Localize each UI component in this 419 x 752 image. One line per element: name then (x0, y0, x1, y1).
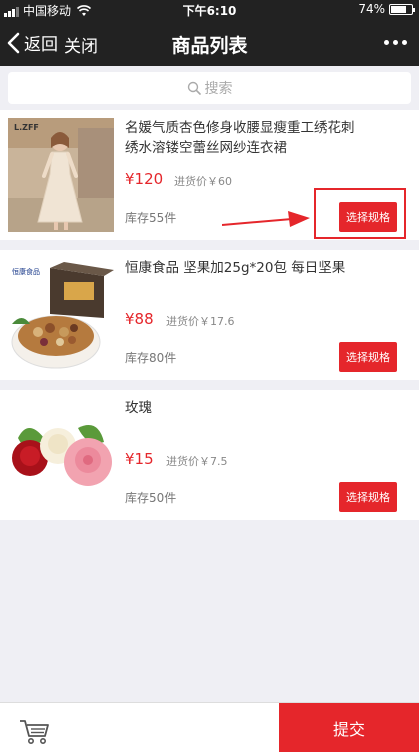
search-bar: 搜索 (0, 66, 419, 110)
product-stock: 库存80件 (125, 351, 177, 365)
search-icon (187, 81, 201, 95)
product-cost: 进货价￥17.6 (166, 315, 235, 328)
product-name: 恒康食品 坚果加25g*20包 每日坚果 (125, 260, 346, 276)
product-stock: 库存50件 (125, 491, 177, 505)
battery-icon (389, 3, 415, 15)
product-price: ¥120 (125, 170, 164, 188)
search-placeholder: 搜索 (204, 81, 233, 97)
product-name: 名媛气质杏色修身收腰显瘦重工绣花刺绣水溶镂空蕾丝网纱连衣裙 (125, 120, 355, 156)
product-price: ¥88 (125, 310, 154, 328)
more-icon[interactable] (384, 32, 407, 52)
bottom-bar: 提交 (0, 702, 419, 752)
status-right: 74% (358, 2, 415, 16)
battery-percent: 74% (358, 2, 385, 16)
select-spec-button[interactable]: 选择规格 (339, 482, 397, 512)
product-stock: 库存55件 (125, 211, 177, 225)
arrow-icon (222, 211, 310, 227)
submit-button[interactable]: 提交 (279, 703, 419, 752)
product-image-roses (8, 398, 114, 512)
select-spec-button[interactable]: 选择规格 (339, 342, 397, 372)
clock: 下午6:10 (182, 4, 237, 18)
page-title: 商品列表 (171, 35, 248, 57)
product-name: 玫瑰 (125, 400, 152, 416)
status-bar: 中国移动 下午6:10 74% (0, 0, 419, 20)
cart-icon[interactable] (18, 717, 50, 745)
product-image-dress: L.ZFF (8, 118, 114, 232)
brand-logo: 恒康食品 (12, 267, 40, 276)
search-input[interactable]: 搜索 (8, 72, 411, 104)
product-cost: 进货价￥7.5 (166, 455, 228, 468)
brand-logo: L.ZFF (14, 123, 39, 132)
product-cost: 进货价￥60 (174, 175, 232, 188)
highlight-box (314, 188, 406, 239)
nav-bar: 返回 关闭 商品列表 (0, 20, 419, 66)
product-item[interactable]: 恒康食品 恒康食品 坚果加25g*20包 每日坚果 ¥88 进货价￥17.6 库… (0, 250, 419, 380)
product-image-nuts: 恒康食品 (8, 258, 114, 372)
product-item[interactable]: 玫瑰 ¥15 进货价￥7.5 库存50件 选择规格 (0, 390, 419, 520)
product-price: ¥15 (125, 450, 154, 468)
